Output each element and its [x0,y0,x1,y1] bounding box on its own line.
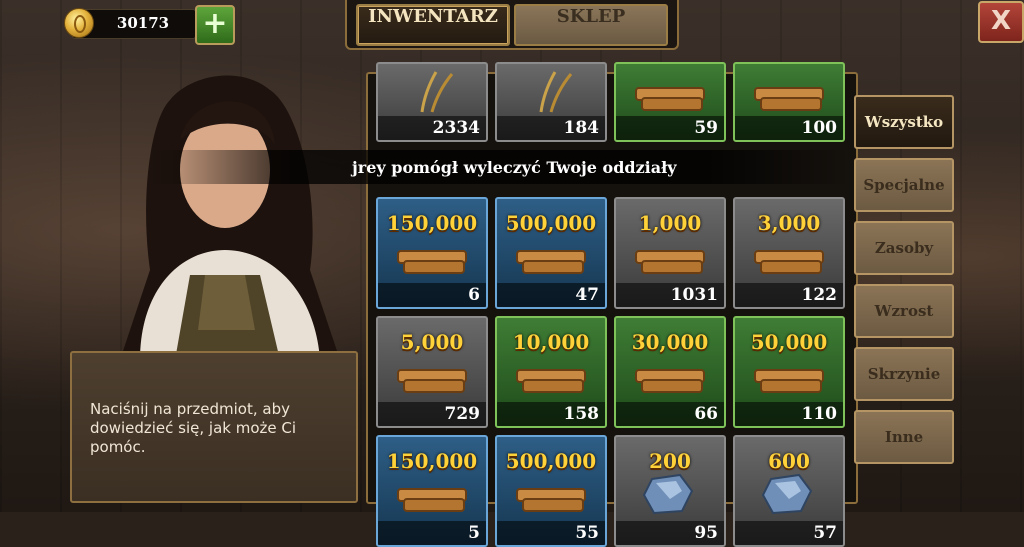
inventory-item[interactable]: 500,000 55 [495,435,607,547]
inventory-item[interactable]: 150,000 5 [376,435,488,547]
category-button[interactable]: Wszystko [854,95,954,149]
wood-cart-icon [516,488,586,512]
inventory-item[interactable]: 5,000 729 [376,316,488,428]
grain-sacks-icon [754,87,824,111]
category-button[interactable]: Skrzynie [854,347,954,401]
gold-coin-icon [64,8,94,38]
category-button[interactable]: Zasoby [854,221,954,275]
item-amount: 50,000 [750,330,828,354]
wood-bundles-icon [635,369,705,393]
item-count: 1031 [616,283,724,307]
plus-icon: + [202,6,228,41]
inventory-item[interactable]: 100 [733,62,845,142]
log-pile-icon [397,488,467,512]
category-button[interactable]: Inne [854,410,954,464]
inventory-item[interactable]: 200 95 [614,435,726,547]
info-text: Naciśnij na przedmiot, aby dowiedzieć si… [90,400,297,456]
item-amount: 5,000 [400,330,464,354]
inventory-item[interactable]: 1,000 1031 [614,197,726,309]
inventory-item[interactable]: 184 [495,62,607,142]
close-button[interactable]: X [978,1,1024,43]
wheat-icon [420,71,454,113]
item-amount: 3,000 [757,211,821,235]
inventory-item[interactable]: 2334 [376,62,488,142]
wood-pile-icon [754,369,824,393]
item-count: 66 [616,402,724,426]
tab-inventory[interactable]: INWENTARZ [356,4,510,46]
item-count: 2334 [378,116,486,140]
stones-icon [761,473,813,515]
wood-planks-icon [754,250,824,274]
item-count: 100 [735,116,843,140]
item-count: 110 [735,402,843,426]
inventory-item[interactable]: 3,000 122 [733,197,845,309]
grain-sacks-icon [397,250,467,274]
wood-bundle-icon [516,369,586,393]
item-count: 184 [497,116,605,140]
item-amount: 10,000 [512,330,590,354]
item-count: 729 [378,402,486,426]
gold-amount: 30173 [116,14,170,32]
wood-plank-icon [635,250,705,274]
item-count: 158 [497,402,605,426]
grain-cart-icon [516,250,586,274]
inventory-item[interactable]: 500,000 47 [495,197,607,309]
grain-sack-icon [635,87,705,111]
item-count: 6 [378,283,486,307]
inventory-item[interactable]: 59 [614,62,726,142]
category-button[interactable]: Specjalne [854,158,954,212]
item-count: 55 [497,521,605,545]
inventory-item[interactable]: 30,000 66 [614,316,726,428]
inventory-item[interactable]: 50,000 110 [733,316,845,428]
item-count: 95 [616,521,724,545]
item-amount: 200 [649,449,691,473]
advisor-portrait [120,75,340,360]
item-amount: 500,000 [505,211,597,235]
notification-text: jrey pomógł wyleczyć Twoje oddziały [352,158,677,177]
item-amount: 30,000 [631,330,709,354]
add-gold-button[interactable]: + [195,5,235,45]
inventory-item[interactable]: 600 57 [733,435,845,547]
item-amount: 150,000 [386,211,478,235]
category-button[interactable]: Wzrost [854,284,954,338]
item-count: 47 [497,283,605,307]
item-amount: 600 [768,449,810,473]
wood-stack-icon [397,369,467,393]
item-amount: 500,000 [505,449,597,473]
wheat-bundle-icon [539,71,573,113]
item-count: 5 [378,521,486,545]
stone-icon [642,473,694,515]
inventory-item[interactable]: 10,000 158 [495,316,607,428]
inventory-item[interactable]: 150,000 6 [376,197,488,309]
item-count: 57 [735,521,843,545]
item-amount: 1,000 [638,211,702,235]
item-amount: 150,000 [386,449,478,473]
item-count: 122 [735,283,843,307]
item-count: 59 [616,116,724,140]
tab-shop[interactable]: SKLEP [514,4,668,46]
